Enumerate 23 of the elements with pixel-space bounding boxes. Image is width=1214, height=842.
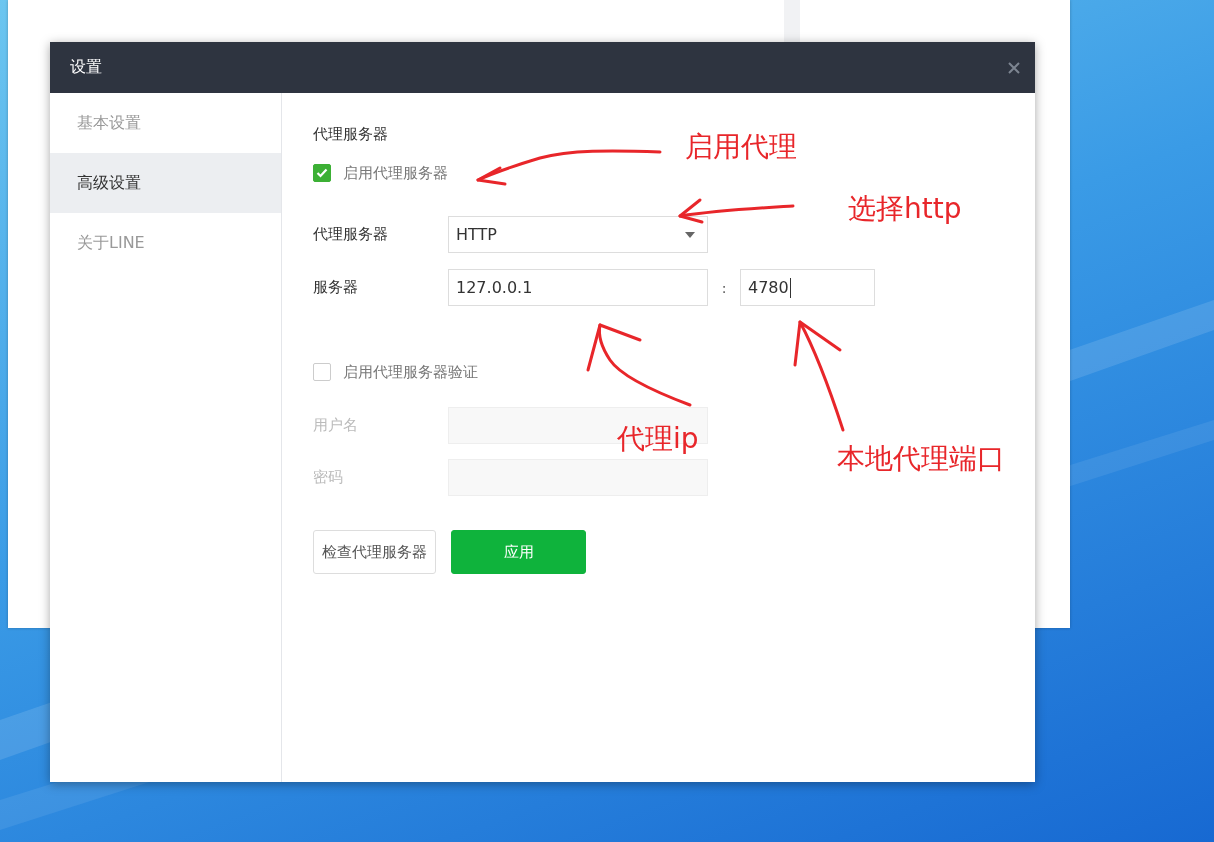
field-label: 服务器 — [313, 278, 359, 297]
field-label: 代理服务器 — [313, 225, 389, 244]
proxy-type-dropdown[interactable]: HTTP — [448, 216, 708, 253]
checkbox-label: 启用代理服务器验证 — [343, 362, 478, 382]
separator: : — [720, 279, 728, 296]
annotation-text: 启用代理 — [685, 129, 797, 165]
annotation-text: 代理ip — [617, 421, 699, 457]
text-cursor — [789, 277, 791, 298]
caret-icon — [685, 231, 695, 238]
annotation-text: 选择http — [848, 191, 962, 227]
annotation-text: 本地代理端口 — [837, 441, 1005, 477]
field-label: 密码 — [313, 468, 344, 487]
checkbox[interactable] — [313, 164, 331, 182]
field-label: 用户名 — [313, 416, 359, 435]
close-icon[interactable] — [1007, 60, 1021, 75]
section-heading: 代理服务器 — [313, 125, 388, 145]
window-title: 设置 — [70, 57, 102, 78]
port-field[interactable]: 4780 — [740, 269, 875, 306]
sidebar-item[interactable]: 高级设置 — [50, 153, 281, 213]
checkbox[interactable] — [313, 363, 331, 381]
host-field[interactable]: 127.0.0.1 — [448, 269, 708, 306]
checkbox-label: 启用代理服务器 — [343, 163, 448, 183]
check-button[interactable]: 检查代理服务器 — [313, 530, 436, 574]
